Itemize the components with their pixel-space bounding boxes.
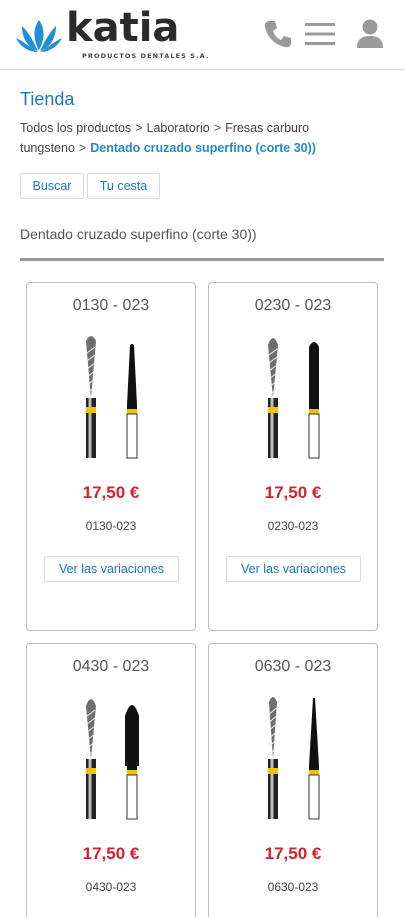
category-title: Dentado cruzado superfino (corte 30)) xyxy=(20,226,257,242)
site-header: katia PRODUCTOS DENTALES S.A. xyxy=(0,0,405,70)
product-card[interactable]: 0130 - 023 17,50 € 0130-023 Ver las vari… xyxy=(26,282,196,631)
product-title[interactable]: 0130 - 023 xyxy=(27,297,195,315)
user-icon xyxy=(357,19,383,48)
breadcrumb-item-all-products[interactable]: Todos los productos xyxy=(20,121,131,135)
product-reference: 0130-023 xyxy=(85,519,137,533)
phone-icon xyxy=(264,21,291,48)
breadcrumb-separator: > xyxy=(213,121,222,135)
brand-logo[interactable]: katia PRODUCTOS DENTALES S.A. xyxy=(16,6,216,60)
product-reference: 0630-023 xyxy=(267,880,319,894)
breadcrumb: Todos los productos > Laboratorio > Fresas c… xyxy=(20,118,390,158)
product-card[interactable]: 0430 - 023 17,50 € 0430-023 xyxy=(26,643,196,917)
product-card[interactable]: 0230 - 023 17,50 € 0230-023 Ver las vari… xyxy=(208,282,378,631)
brand-name: katia xyxy=(66,5,180,51)
product-title[interactable]: 0630 - 023 xyxy=(209,658,377,676)
menu-button[interactable] xyxy=(300,14,340,54)
product-reference: 0430-023 xyxy=(85,880,137,894)
phone-button[interactable] xyxy=(258,14,298,54)
product-image[interactable] xyxy=(72,333,152,463)
product-price: 17,50 € xyxy=(264,483,322,502)
breadcrumb-separator: > xyxy=(78,141,87,155)
product-price: 17,50 € xyxy=(264,844,322,863)
lotus-logo-icon xyxy=(16,20,62,52)
product-title[interactable]: 0430 - 023 xyxy=(27,658,195,676)
product-image[interactable] xyxy=(254,694,334,824)
product-card[interactable]: 0630 - 023 17,50 € 0630-023 xyxy=(208,643,378,917)
product-reference: 0230-023 xyxy=(267,519,319,533)
product-title[interactable]: 0230 - 023 xyxy=(209,297,377,315)
product-image[interactable] xyxy=(254,333,334,463)
cart-tab-button[interactable]: Tu cesta xyxy=(87,173,160,199)
breadcrumb-item-laboratorio[interactable]: Laboratorio xyxy=(147,121,210,135)
category-divider xyxy=(20,258,384,261)
brand-subtitle: PRODUCTOS DENTALES S.A. xyxy=(82,52,210,60)
search-tab-button[interactable]: Buscar xyxy=(20,173,84,199)
breadcrumb-current: Dentado cruzado superfino (corte 30)) xyxy=(90,141,316,155)
view-variants-button[interactable]: Ver las variaciones xyxy=(44,556,179,582)
view-variants-button[interactable]: Ver las variaciones xyxy=(226,556,361,582)
menu-icon xyxy=(305,23,335,45)
page-title-shop-link[interactable]: Tienda xyxy=(20,89,74,110)
breadcrumb-separator: > xyxy=(135,121,143,135)
product-image[interactable] xyxy=(72,694,152,824)
account-button[interactable] xyxy=(350,14,390,54)
product-price: 17,50 € xyxy=(82,844,140,863)
product-price: 17,50 € xyxy=(82,483,140,502)
